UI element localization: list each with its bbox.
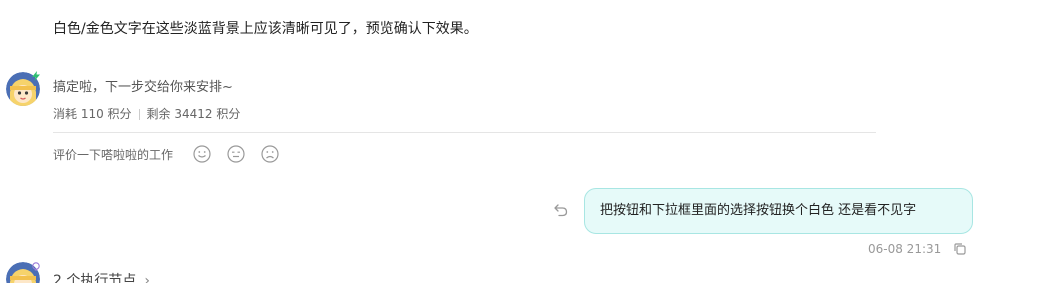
lightning-icon <box>31 71 41 84</box>
assistant-message-text: 白色/金色文字在这些淡蓝背景上应该清晰可见了，预览确认下效果。 <box>53 21 478 37</box>
rating-prompt: 评价一下嗒啦啦的工作 <box>53 147 174 162</box>
undo-icon[interactable] <box>553 202 569 218</box>
copy-icon[interactable] <box>953 242 967 256</box>
credits-info: 消耗 110 积分 剩余 34412 积分 <box>53 105 240 122</box>
assistant-reply-text: 搞定啦，下一步交给你来安排~ <box>53 80 233 95</box>
chat-page: 白色/金色文字在这些淡蓝背景上应该清晰可见了，预览确认下效果。 搞定啦，下一步交… <box>0 0 1041 283</box>
message-timestamp: 06-08 21:31 <box>868 242 942 256</box>
user-message-bubble: 把按钮和下拉框里面的选择按钮换个白色 还是看不见字 <box>584 188 973 234</box>
divider <box>53 132 876 133</box>
credits-separator <box>138 109 140 120</box>
lightbulb-icon <box>31 262 41 275</box>
rating-bar: 评价一下嗒啦啦的工作 <box>53 145 279 163</box>
chevron-right-icon: › <box>144 273 150 283</box>
credits-remaining: 剩余 34412 积分 <box>146 107 241 121</box>
execution-nodes-toggle[interactable]: 2 个执行节点 › <box>53 270 150 283</box>
credits-used: 消耗 110 积分 <box>53 107 132 121</box>
neutral-face-icon[interactable] <box>227 145 245 163</box>
execution-nodes-label: 2 个执行节点 <box>53 273 137 283</box>
sad-face-icon[interactable] <box>261 145 279 163</box>
smile-face-icon[interactable] <box>193 145 211 163</box>
user-message-text: 把按钮和下拉框里面的选择按钮换个白色 还是看不见字 <box>600 203 917 218</box>
